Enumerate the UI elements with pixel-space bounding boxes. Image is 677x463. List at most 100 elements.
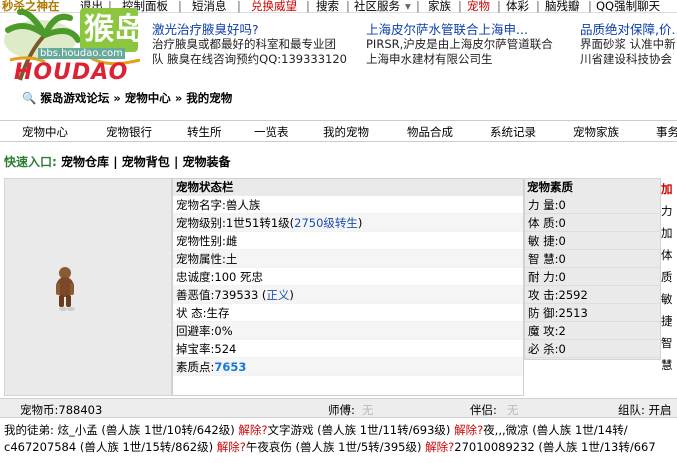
logo-watermark: bbs.houdao.com xyxy=(38,48,125,59)
pet-karma: 善恶值:739533 (正义) xyxy=(173,286,523,304)
search-link[interactable]: 搜索 xyxy=(316,0,339,12)
pet-menu: 宠物中心 宠物银行 转生所 一览表 我的宠物 物品合成 系统记录 宠物家族 事务 xyxy=(0,120,677,142)
nav-separator: | xyxy=(416,0,420,13)
chevron-down-icon[interactable]: ▾ xyxy=(405,0,411,12)
disciple-entry[interactable]: c467207584 (兽人族 1世/15转/862级) xyxy=(4,440,217,454)
quick-entry-label: 快速入口: xyxy=(4,155,57,169)
search-icon: 🔍 xyxy=(22,91,37,105)
disciple-entry[interactable]: 文字游戏 (兽人族 1世/11转/693级) xyxy=(267,423,454,437)
disciple-entry[interactable]: 夜,,,微凉 (兽人族 1世/14转/ xyxy=(483,423,627,437)
ad-title[interactable]: 激光治疗腋臭好吗? xyxy=(152,22,347,37)
pet-level-suffix: ) xyxy=(357,216,363,230)
add-constitution[interactable]: 体质 xyxy=(661,244,677,288)
ad-line: 治疗腋臭或都最好的科室和最专业团 xyxy=(152,37,336,51)
menu-rebirth[interactable]: 转生所 xyxy=(187,124,222,140)
menu-pet-family[interactable]: 宠物家族 xyxy=(573,124,619,140)
disciple-entry[interactable]: 27010089232 (兽人族 1世/13转/667 xyxy=(454,440,655,454)
qq-chat-link[interactable]: QQ强制聊天 xyxy=(596,0,660,12)
release-link[interactable]: 解除? xyxy=(238,423,267,437)
rebirth-link[interactable]: 2750级转生 xyxy=(294,216,358,230)
ad-line: PIRSR,沪皮是由上海皮尔萨管道联合 xyxy=(366,37,553,51)
messages-link[interactable]: 短消息 xyxy=(192,0,227,12)
breadcrumb: 🔍 猴岛游戏论坛 » 宠物中心 » 我的宠物 xyxy=(22,90,232,106)
add-agility[interactable]: 敏捷 xyxy=(661,288,677,332)
orc-pet-icon xyxy=(56,267,75,311)
menu-system-log[interactable]: 系统记录 xyxy=(490,124,536,140)
disciple-entry[interactable]: 炫_小孟 (兽人族 1世/10转/642级) xyxy=(54,423,239,437)
release-link[interactable]: 解除? xyxy=(217,440,246,454)
nav-separator: | xyxy=(237,0,241,13)
nav-separator: | xyxy=(458,0,462,13)
nav-separator: | xyxy=(536,0,540,13)
disciple-entry[interactable]: 午夜哀伤 (兽人族 1世/5转/395级) xyxy=(246,440,425,454)
ad-title[interactable]: 品质绝对保障,价... xyxy=(580,22,677,37)
trait-constitution: 体 质:0 xyxy=(525,214,660,232)
release-link[interactable]: 解除? xyxy=(425,440,454,454)
menu-affairs[interactable]: 事务 xyxy=(656,124,677,140)
lottery-link[interactable]: 体彩 xyxy=(506,0,529,12)
trait-magic-attack: 魔 攻:2 xyxy=(525,322,660,340)
ad-line: 界面砂浆 认准中新 xyxy=(580,37,676,51)
quick-entry: 快速入口: 宠物仓库 | 宠物背包 | 宠物装备 xyxy=(4,153,231,170)
breadcrumb-separator: » xyxy=(174,91,187,105)
team-status: 组队: 开启 xyxy=(618,403,672,417)
pet-karma-suffix: ) xyxy=(289,288,294,302)
breadcrumb-separator: » xyxy=(113,91,125,105)
master-label: 师傅: xyxy=(328,403,355,417)
ad-block-1[interactable]: 激光治疗腋臭好吗? 治疗腋臭或都最好的科室和最专业团 队 腋臭在线咨询预约QQ:… xyxy=(152,22,347,67)
menu-overview[interactable]: 一览表 xyxy=(254,124,289,140)
quick-pet-equipment[interactable]: 宠物装备 xyxy=(183,155,231,169)
partner-value: 无 xyxy=(507,403,519,417)
pet-karma-prefix: 善恶值:739533 ( xyxy=(176,288,267,302)
breadcrumb-forum[interactable]: 猴岛游戏论坛 xyxy=(40,91,109,105)
pet-state: 状 态:生存 xyxy=(173,304,523,322)
add-endurance[interactable]: 耐力 xyxy=(661,376,677,378)
ad-line: 上海申水建材有限公司生 xyxy=(366,52,493,66)
traits-header: 宠物素质 xyxy=(527,180,573,194)
trait-agility: 敏 捷:0 xyxy=(525,232,660,250)
pet-info-bar: 宠物币:788403 师傅: 无 伴侣: 无 组队: 开启 xyxy=(0,398,677,418)
disciples-list: 我的徒弟: 炫_小孟 (兽人族 1世/10转/642级) 解除?文字游戏 (兽人… xyxy=(4,422,677,456)
menu-pet-bank[interactable]: 宠物银行 xyxy=(106,124,152,140)
pet-treasure-rate: 掉宝率:524 xyxy=(173,340,523,358)
disciples-line: c467207584 (兽人族 1世/15转/862级) 解除?午夜哀伤 (兽人… xyxy=(4,439,677,456)
quick-pet-bag[interactable]: 宠物背包 xyxy=(122,155,170,169)
menu-item-synthesis[interactable]: 物品合成 xyxy=(407,124,453,140)
karma-link[interactable]: 正义 xyxy=(266,288,289,302)
nav-separator: | xyxy=(306,0,310,13)
ad-block-2[interactable]: 上海皮尔萨水管联合上海申... PIRSR,沪皮是由上海皮尔萨管道联合 上海申水… xyxy=(366,22,553,67)
menu-pet-center[interactable]: 宠物中心 xyxy=(22,124,68,140)
quick-pet-warehouse[interactable]: 宠物仓库 xyxy=(61,155,109,169)
pet-status-panel: 宠物状态栏 宠物名字:兽人族 宠物级别:1世51转1级(2750级转生) 宠物性… xyxy=(172,178,524,396)
pet-gender: 宠物性别:雌 xyxy=(173,232,523,250)
quick-separator: | xyxy=(173,155,183,169)
release-link[interactable]: 解除? xyxy=(454,423,483,437)
disciples-label: 我的徒弟: xyxy=(4,423,54,437)
pet-coin: 宠物币:788403 xyxy=(20,403,103,417)
breadcrumb-my-pet[interactable]: 我的宠物 xyxy=(186,91,232,105)
pet-link[interactable]: 宠物 xyxy=(467,0,490,12)
ad-block-3[interactable]: 品质绝对保障,价... 界面砂浆 认准中新 川省建设科技协会 xyxy=(580,22,677,67)
trait-critical: 必 杀:0 xyxy=(525,340,660,358)
pet-image-panel xyxy=(4,178,172,396)
ad-title[interactable]: 上海皮尔萨水管联合上海申... xyxy=(366,22,553,37)
nav-separator: | xyxy=(178,0,182,13)
add-strength[interactable]: 力加 xyxy=(661,200,677,244)
disciples-line: 我的徒弟: 炫_小孟 (兽人族 1世/10转/642级) 解除?文字游戏 (兽人… xyxy=(4,422,677,439)
pet-attribute: 宠物属性:土 xyxy=(173,250,523,268)
exchange-prestige-link[interactable]: 兑换威望 xyxy=(251,0,297,12)
menu-my-pet[interactable]: 我的宠物 xyxy=(323,124,369,140)
houdao-logo[interactable]: 猴岛 bbs.houdao.com HOUDAO xyxy=(0,0,150,92)
family-link[interactable]: 家族 xyxy=(428,0,451,12)
add-wisdom[interactable]: 智慧 xyxy=(661,332,677,376)
add-points-title: 加 xyxy=(661,182,673,196)
pet-dodge: 回避率:0% xyxy=(173,322,523,340)
nav-separator: | xyxy=(588,0,592,13)
trait-endurance: 耐 力:0 xyxy=(525,268,660,286)
breadcrumb-pet-center[interactable]: 宠物中心 xyxy=(125,91,171,105)
brain-link[interactable]: 脑残瓣 xyxy=(545,0,580,12)
nav-separator: | xyxy=(497,0,501,13)
pet-level: 宠物级别:1世51转1级(2750级转生) xyxy=(173,214,523,232)
community-services-link[interactable]: 社区服务 xyxy=(354,0,400,12)
logo-text: HOUDAO xyxy=(14,60,129,85)
